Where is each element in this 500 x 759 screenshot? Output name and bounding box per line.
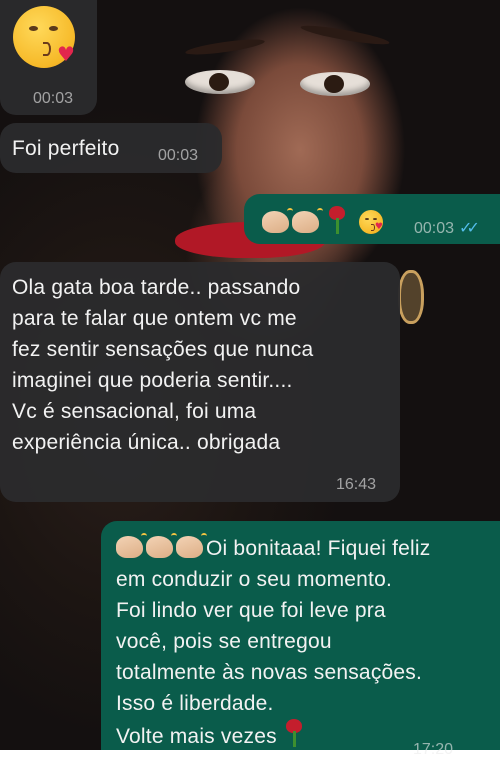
wallpaper-eye-right (300, 72, 370, 96)
message-timestamp: 16:43 (336, 476, 377, 493)
message-text: Foi perfeito (12, 137, 120, 160)
wallpaper-eyebrow-left (184, 36, 266, 58)
kissing-heart-emoji-icon: ♥ (358, 210, 383, 234)
read-receipt-double-check-icon: ✓✓ (459, 220, 480, 237)
clapping-hands-emoji-icon (176, 533, 207, 558)
rose-emoji-icon (326, 206, 348, 234)
message-emoji-row: ♥ (262, 206, 383, 235)
clapping-hands-emoji-icon (146, 533, 177, 558)
wallpaper-eyebrow-right (299, 22, 391, 48)
message-timestamp: 00:03 ✓✓ (414, 220, 480, 237)
message-bubble-incoming-text[interactable]: Ola gata boa tarde.. passando para te fa… (0, 262, 400, 502)
message-bubble-outgoing-emoji[interactable]: ♥ 00:03 ✓✓ (244, 194, 500, 244)
clapping-hands-emoji-icon (262, 208, 293, 233)
wallpaper-eye-left (185, 70, 255, 94)
message-bubble-incoming-emoji[interactable]: ♥ 00:03 (0, 0, 97, 115)
message-timestamp: 00:03 (158, 147, 199, 164)
message-bubble-outgoing-text[interactable]: Oi bonitaaa! Fiquei feliz em conduzir o … (101, 521, 500, 758)
message-text: Ola gata boa tarde.. passando para te fa… (12, 276, 314, 454)
message-timestamp: 17:20 (413, 741, 454, 758)
clapping-hands-emoji-icon (292, 208, 323, 233)
message-bubble-incoming-text[interactable]: Foi perfeito 00:03 (0, 123, 222, 173)
message-text: Oi bonitaaa! Fiquei feliz em conduzir o … (116, 533, 431, 748)
clapping-hands-emoji-icon (116, 533, 147, 558)
message-timestamp: 00:03 (33, 90, 74, 107)
kissing-heart-emoji-icon: ♥ (13, 6, 75, 68)
rose-emoji-icon (283, 719, 305, 747)
wallpaper-earring (398, 270, 424, 324)
